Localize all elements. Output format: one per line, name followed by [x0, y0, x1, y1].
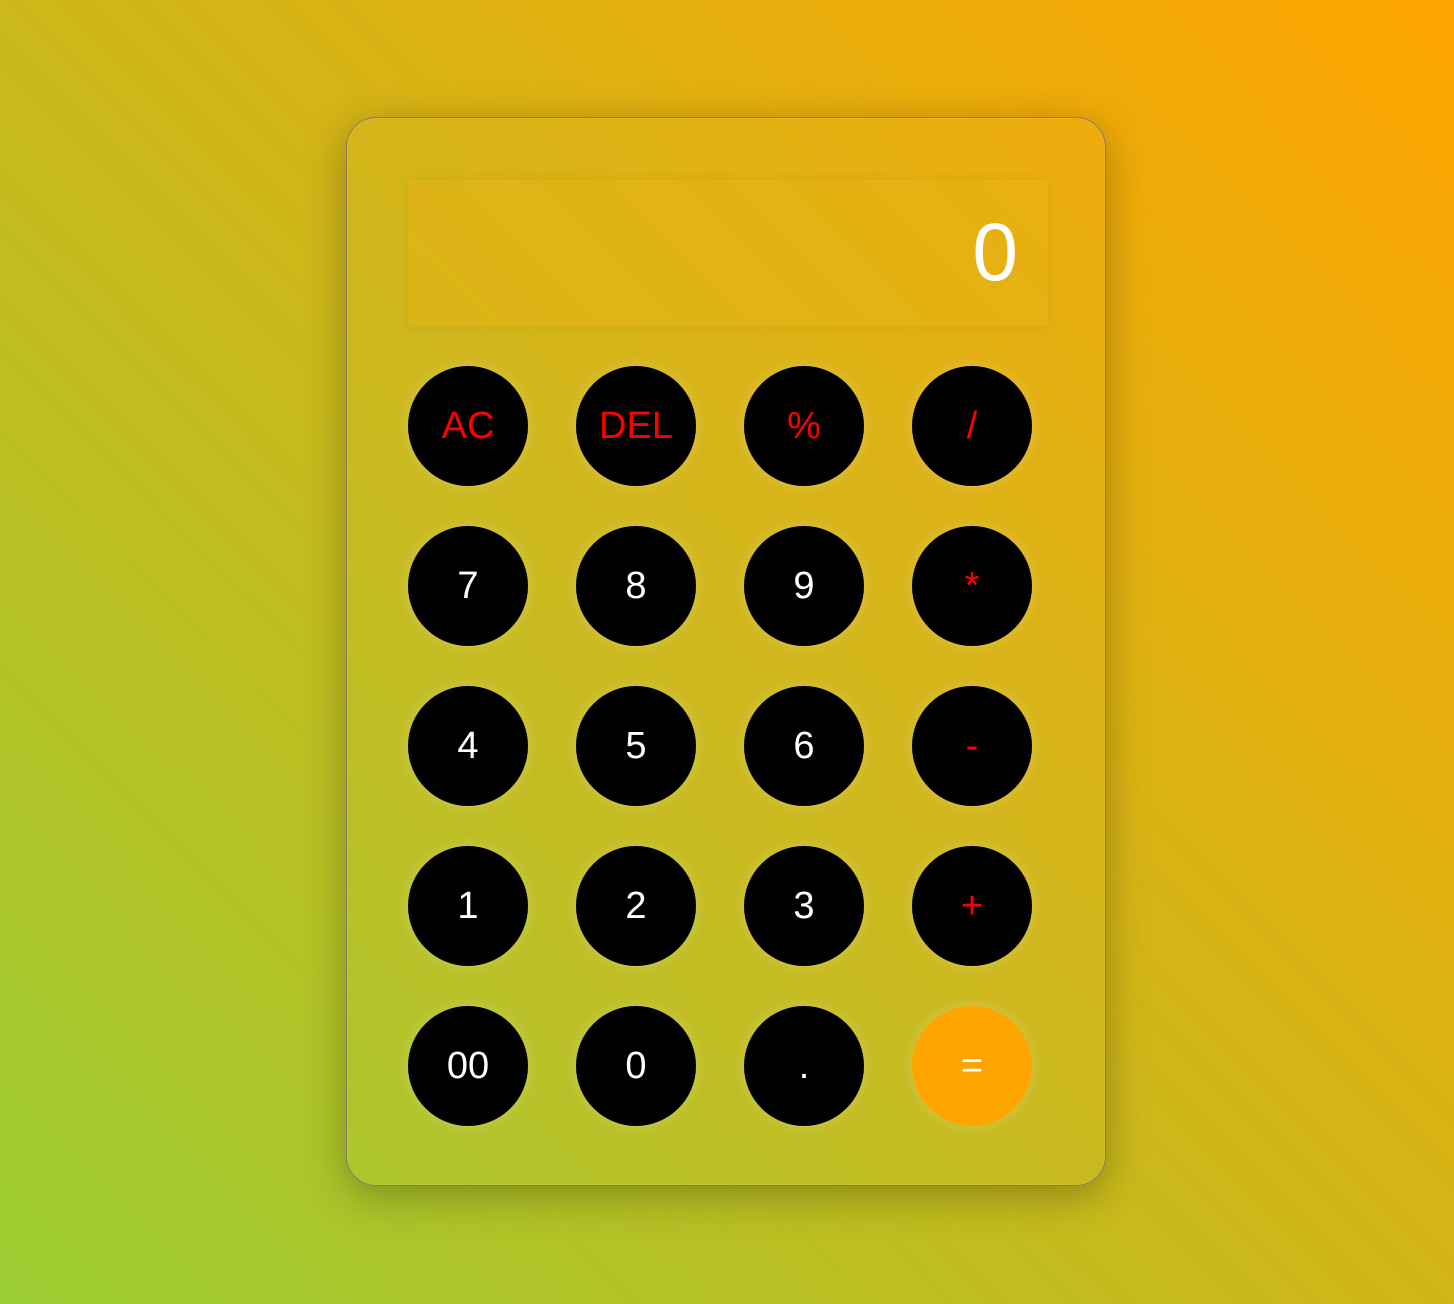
display-screen: [408, 180, 1048, 326]
digit-3-button[interactable]: 3: [744, 846, 864, 966]
equals-button[interactable]: =: [912, 1006, 1032, 1126]
digit-5-button[interactable]: 5: [576, 686, 696, 806]
digit-1-button[interactable]: 1: [408, 846, 528, 966]
digit-6-button[interactable]: 6: [744, 686, 864, 806]
digit-8-button[interactable]: 8: [576, 526, 696, 646]
digit-9-button[interactable]: 9: [744, 526, 864, 646]
digit-7-button[interactable]: 7: [408, 526, 528, 646]
all-clear-button[interactable]: AC: [408, 366, 528, 486]
divide-button[interactable]: /: [912, 366, 1032, 486]
multiply-button[interactable]: *: [912, 526, 1032, 646]
add-button[interactable]: +: [912, 846, 1032, 966]
decimal-point-button[interactable]: .: [744, 1006, 864, 1126]
digit-2-button[interactable]: 2: [576, 846, 696, 966]
delete-button[interactable]: DEL: [576, 366, 696, 486]
digit-4-button[interactable]: 4: [408, 686, 528, 806]
calculator: AC DEL % / 7 8 9 * 4 5 6 - 1 2 3 + 00 0 …: [346, 117, 1106, 1186]
keypad: AC DEL % / 7 8 9 * 4 5 6 - 1 2 3 + 00 0 …: [408, 366, 1032, 1126]
double-zero-button[interactable]: 00: [408, 1006, 528, 1126]
display-value[interactable]: [408, 206, 1018, 300]
digit-0-button[interactable]: 0: [576, 1006, 696, 1126]
subtract-button[interactable]: -: [912, 686, 1032, 806]
percent-button[interactable]: %: [744, 366, 864, 486]
